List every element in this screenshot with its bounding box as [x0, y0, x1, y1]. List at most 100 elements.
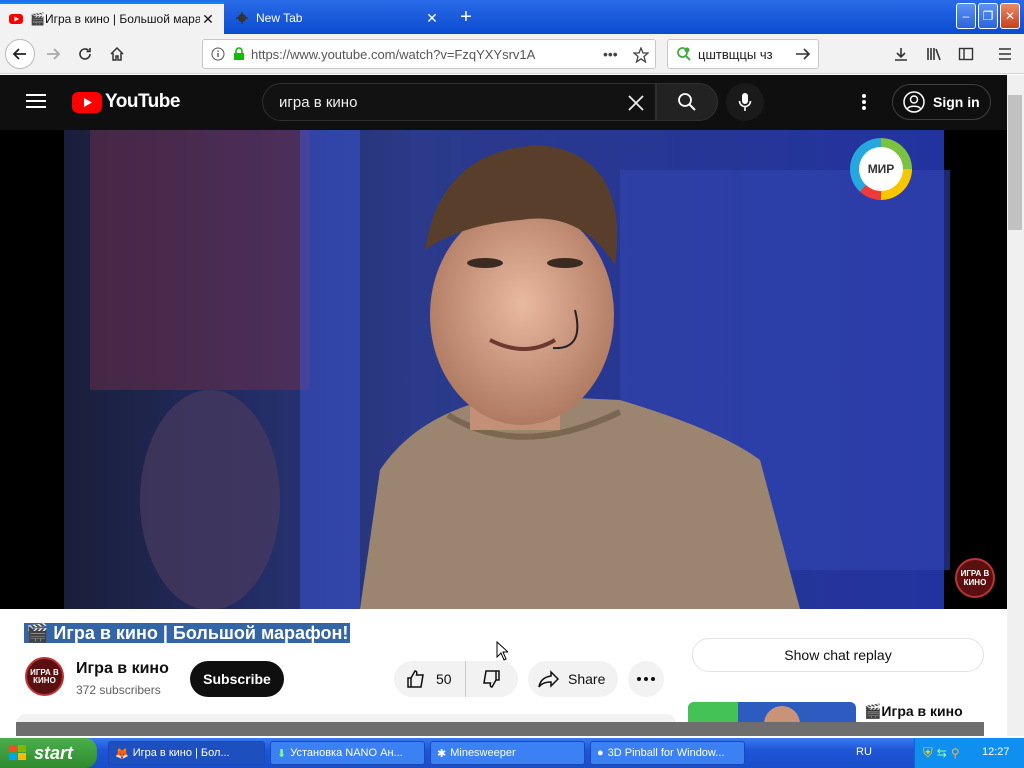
subscribe-button[interactable]: Subscribe — [190, 661, 284, 697]
sidebar-button[interactable] — [951, 39, 981, 69]
sign-in-button[interactable]: Sign in — [892, 84, 991, 120]
info-icon[interactable] — [211, 47, 225, 61]
youtube-play-logo-icon — [72, 91, 102, 113]
library-icon — [927, 48, 941, 61]
taskbar-item-label: Установка NANO Ан... — [290, 747, 403, 759]
bookmark-star-icon[interactable] — [633, 47, 649, 63]
share-icon — [538, 670, 560, 688]
search-bar-text[interactable]: цштвщцы чз — [698, 47, 773, 62]
language-indicator[interactable]: RU — [856, 746, 872, 758]
taskbar-item-pinball[interactable]: ● 3D Pinball for Window... — [590, 741, 745, 765]
browser-tab-strip: 🎬Игра в кино | Большой марафон! ✕ New Ta… — [0, 0, 1024, 34]
windows-logo-icon — [9, 745, 26, 760]
installer-icon: ⬇ — [277, 747, 287, 760]
sign-in-label: Sign in — [933, 94, 980, 110]
home-button[interactable] — [102, 39, 132, 69]
close-tab-icon[interactable]: ✕ — [424, 10, 440, 27]
firefox-icon: 🦊 — [115, 747, 129, 760]
video-player[interactable]: МИР ИГРА В КИНО — [0, 130, 1007, 609]
taskbar-item-minesweeper[interactable]: ✱ Minesweeper — [430, 741, 585, 765]
corner-watermark-logo: ИГРА В КИНО — [955, 558, 995, 598]
back-button[interactable] — [5, 39, 35, 69]
tab-title: New Tab — [256, 11, 303, 25]
youtube-logo[interactable]: YouTube — [72, 91, 180, 113]
guide-menu-icon[interactable] — [26, 93, 46, 109]
subscriber-count: 372 subscribers — [76, 683, 161, 697]
youtube-favicon-icon — [8, 11, 24, 27]
page-scrollbar-thumb[interactable] — [1008, 95, 1022, 230]
recommended-video-title[interactable]: 🎬Игра в кино — [864, 703, 963, 720]
search-tray-icon[interactable]: ⚲ — [951, 746, 960, 760]
show-chat-replay-button[interactable]: Show chat replay — [692, 638, 984, 672]
more-horizontal-icon — [637, 677, 655, 681]
search-icon — [678, 93, 696, 111]
horizontal-scrollbar[interactable] — [16, 722, 984, 736]
channel-avatar[interactable]: ИГРА В КИНО — [25, 657, 64, 696]
share-button[interactable]: Share — [528, 661, 618, 697]
tab-title: 🎬Игра в кино | Большой марафон! — [30, 12, 200, 26]
start-button[interactable]: start — [0, 738, 97, 768]
thumbs-up-icon — [407, 670, 424, 688]
account-icon — [903, 91, 925, 113]
like-button[interactable]: 50 — [394, 661, 466, 697]
downloads-button[interactable] — [886, 39, 916, 69]
search-query-text: игра в кино — [279, 93, 358, 111]
youtube-search-button[interactable] — [656, 83, 718, 121]
go-arrow-icon[interactable] — [794, 46, 812, 62]
video-frame — [0, 130, 1007, 609]
video-title-container: 🎬 Игра в кино | Большой марафон! — [24, 623, 351, 644]
pinball-icon: ● — [597, 747, 604, 759]
channel-name[interactable]: Игра в кино — [76, 660, 169, 678]
minimize-button[interactable]: – — [956, 3, 976, 29]
taskbar-item-label: 3D Pinball for Window... — [607, 747, 725, 759]
arrow-right-icon — [47, 48, 61, 60]
minesweeper-favicon-icon — [234, 10, 250, 26]
close-window-button[interactable]: ✕ — [1000, 3, 1020, 29]
microphone-icon — [738, 93, 752, 111]
hamburger-icon — [999, 48, 1011, 60]
download-icon — [895, 48, 907, 61]
voice-search-button[interactable] — [726, 83, 764, 121]
navigation-toolbar: https://www.youtube.com/watch?v=FzqYXYsr… — [0, 34, 1024, 74]
dislike-button[interactable] — [466, 661, 516, 697]
more-actions-button[interactable] — [628, 661, 664, 697]
close-tab-icon[interactable]: ✕ — [200, 11, 216, 28]
youtube-logo-text: YouTube — [105, 91, 180, 112]
thumbs-down-icon — [483, 670, 500, 688]
like-count: 50 — [436, 671, 452, 687]
network-icon[interactable]: ⇆ — [937, 746, 947, 760]
channel-bug-text: МИР — [859, 147, 903, 191]
search-engine-icon — [677, 47, 691, 61]
new-tab-button[interactable]: + — [452, 4, 480, 30]
menu-button[interactable] — [990, 39, 1020, 69]
page-actions-icon[interactable]: ••• — [603, 46, 618, 62]
more-options-icon[interactable] — [861, 93, 867, 111]
share-label: Share — [568, 671, 606, 687]
search-bar[interactable]: цштвщцы чз — [667, 39, 819, 69]
taskbar-item-firefox[interactable]: 🦊 Игра в кино | Бол... — [108, 741, 265, 765]
tab-youtube[interactable]: 🎬Игра в кино | Большой марафон! ✕ — [0, 2, 224, 34]
channel-bug-logo: МИР — [850, 138, 912, 200]
youtube-header: YouTube игра в кино Sign in — [0, 75, 1007, 130]
youtube-search-input[interactable]: игра в кино — [262, 83, 656, 121]
like-dislike-group: 50 — [394, 661, 518, 697]
mouse-cursor-icon — [496, 641, 508, 661]
start-label: start — [34, 742, 74, 763]
clock: 12:27 — [982, 746, 1010, 758]
url-bar[interactable]: https://www.youtube.com/watch?v=FzqYXYsr… — [202, 39, 656, 69]
clear-search-icon[interactable] — [627, 94, 645, 112]
taskbar-item-installer[interactable]: ⬇ Установка NANO Ан... — [270, 741, 425, 765]
sidebar-icon — [958, 47, 974, 61]
shield-icon[interactable]: ⛨ — [923, 745, 933, 761]
maximize-button[interactable]: ❐ — [978, 3, 998, 29]
taskbar-item-label: Minesweeper — [450, 747, 516, 759]
reload-button[interactable] — [70, 39, 100, 69]
arrow-left-icon — [12, 48, 26, 60]
library-button[interactable] — [919, 39, 949, 69]
lock-icon[interactable] — [233, 47, 245, 61]
reload-icon — [79, 48, 91, 60]
forward-button[interactable] — [38, 39, 68, 69]
taskbar: start 🦊 Игра в кино | Бол... ⬇ Установка… — [0, 738, 1024, 768]
tab-new-tab[interactable]: New Tab ✕ — [226, 2, 448, 34]
url-text[interactable]: https://www.youtube.com/watch?v=FzqYXYsr… — [251, 47, 535, 62]
